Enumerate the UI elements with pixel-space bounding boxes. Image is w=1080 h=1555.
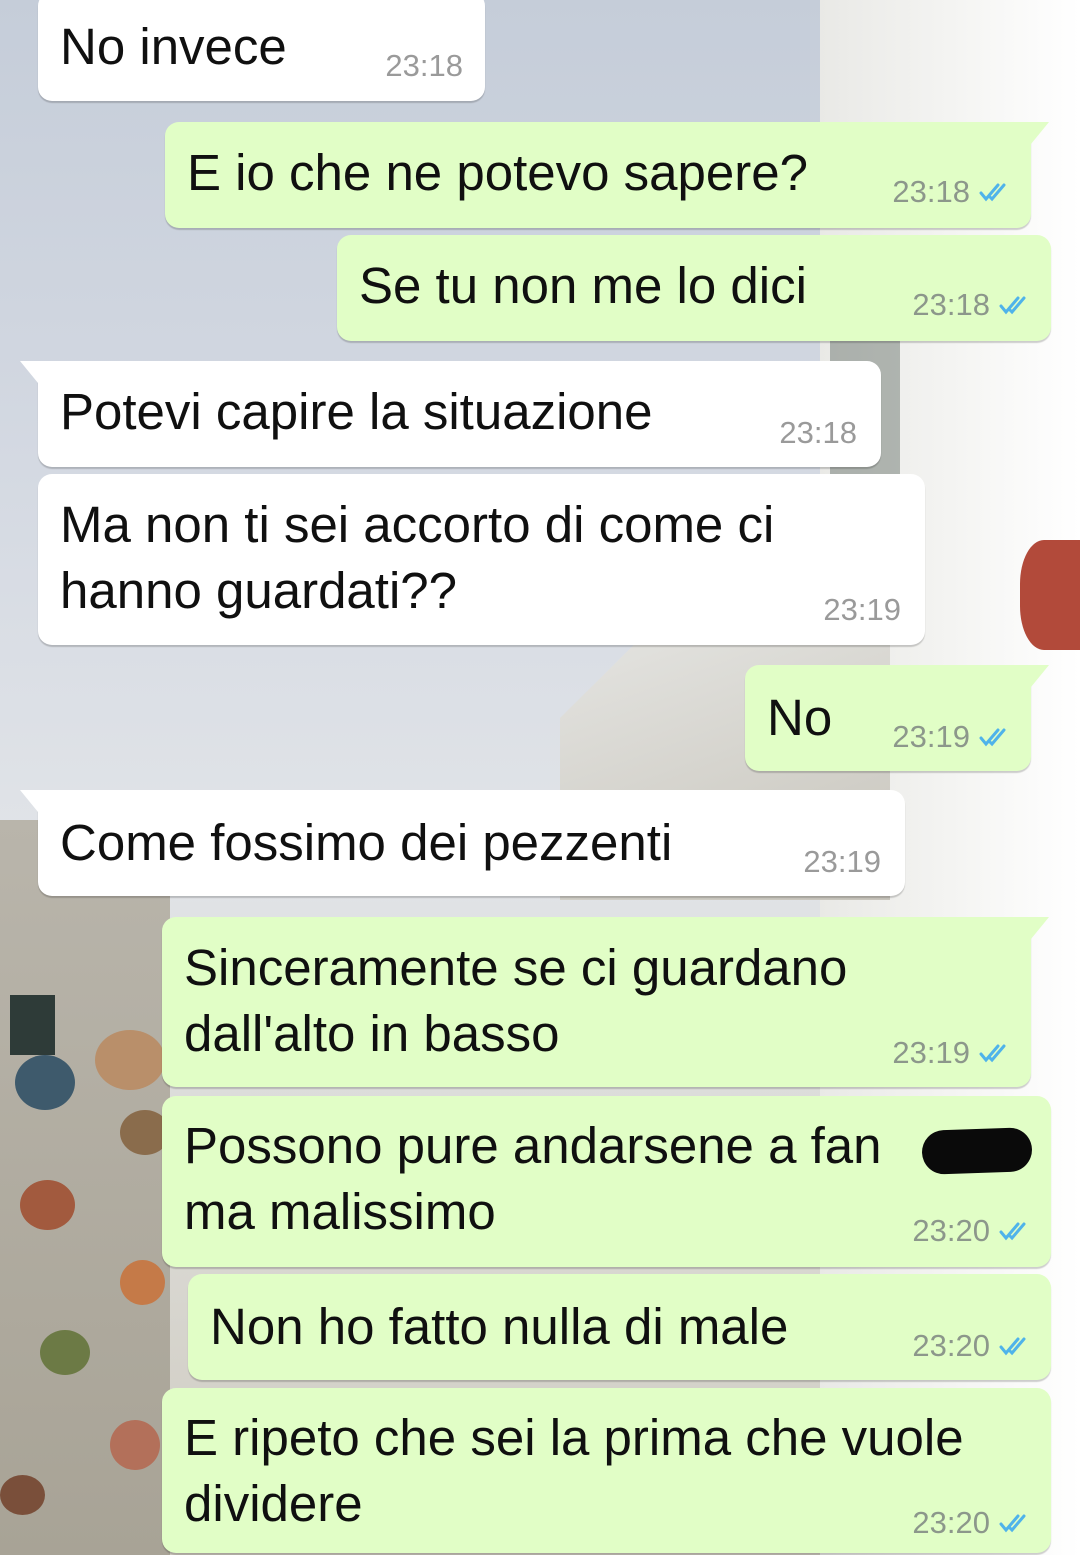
message-bubble-outgoing[interactable]: No 23:19: [745, 665, 1049, 771]
message-text-line: Ma non ti sei accorto di come ci: [60, 496, 775, 553]
message-bubble-outgoing[interactable]: E io che ne potevo sapere? 23:18: [165, 122, 1049, 228]
read-ticks-icon: [999, 296, 1026, 315]
message-bubble-outgoing[interactable]: Non ho fatto nulla di male 23:20: [188, 1274, 1051, 1380]
message-time: 23:19: [892, 1035, 970, 1070]
message-time: 23:18: [385, 48, 463, 83]
message-time: 23:20: [912, 1505, 990, 1540]
message-time: 23:20: [912, 1328, 990, 1363]
message-time: 23:19: [823, 592, 901, 627]
read-ticks-icon: [999, 1514, 1026, 1533]
message-text-line: Sinceramente se ci guardano: [184, 939, 848, 996]
message-text-line: Possono pure andarsene a fan: [184, 1117, 882, 1174]
message-text: Come fossimo dei pezzenti: [60, 814, 673, 871]
message-meta: 23:19: [892, 1035, 1011, 1071]
message-time: 23:19: [803, 844, 881, 879]
message-text-line: ma malissimo: [184, 1183, 496, 1240]
message-bubble-incoming[interactable]: No invece 23:18: [38, 0, 485, 101]
message-text: Se tu non me lo dici: [359, 257, 807, 314]
read-ticks-icon: [979, 1044, 1006, 1063]
read-ticks-icon: [979, 183, 1006, 202]
message-text-line: dividere: [184, 1475, 363, 1532]
read-ticks-icon: [999, 1222, 1026, 1241]
message-time: 23:18: [779, 415, 857, 450]
message-time: 23:19: [892, 719, 970, 754]
message-text-line: hanno guardati??: [60, 562, 458, 619]
message-bubble-outgoing[interactable]: Se tu non me lo dici 23:18: [337, 235, 1051, 341]
message-text-line: dall'alto in basso: [184, 1005, 560, 1062]
message-meta: 23:20: [912, 1213, 1031, 1249]
message-time: 23:18: [912, 287, 990, 322]
message-bubble-incoming[interactable]: Ma non ti sei accorto di come ci hanno g…: [38, 474, 925, 645]
message-text: Potevi capire la situazione: [60, 383, 653, 440]
message-bubble-outgoing[interactable]: Possono pure andarsene a fan ma malissim…: [162, 1096, 1051, 1267]
read-ticks-icon: [999, 1337, 1026, 1356]
message-meta: 23:19: [892, 719, 1011, 755]
message-bubble-incoming[interactable]: Potevi capire la situazione 23:18: [20, 361, 881, 467]
message-time: 23:20: [912, 1213, 990, 1248]
message-bubble-outgoing[interactable]: Sinceramente se ci guardano dall'alto in…: [162, 917, 1049, 1087]
message-text: No invece: [60, 18, 287, 75]
message-meta: 23:18: [892, 174, 1011, 210]
message-text: No: [767, 689, 833, 746]
message-bubble-incoming[interactable]: Come fossimo dei pezzenti 23:19: [20, 790, 905, 896]
message-meta: 23:20: [912, 1328, 1031, 1364]
message-text: Non ho fatto nulla di male: [210, 1298, 789, 1355]
redaction-mark: [921, 1127, 1033, 1175]
read-ticks-icon: [979, 728, 1006, 747]
message-time: 23:18: [892, 174, 970, 209]
message-text: E io che ne potevo sapere?: [187, 144, 808, 201]
message-meta: 23:18: [912, 287, 1031, 323]
message-text-line: E ripeto che sei la prima che vuole: [184, 1409, 964, 1466]
message-bubble-outgoing[interactable]: E ripeto che sei la prima che vuole divi…: [162, 1388, 1051, 1553]
message-meta: 23:20: [912, 1505, 1031, 1541]
message-list[interactable]: No invece 23:18 E io che ne potevo saper…: [0, 0, 1080, 1555]
